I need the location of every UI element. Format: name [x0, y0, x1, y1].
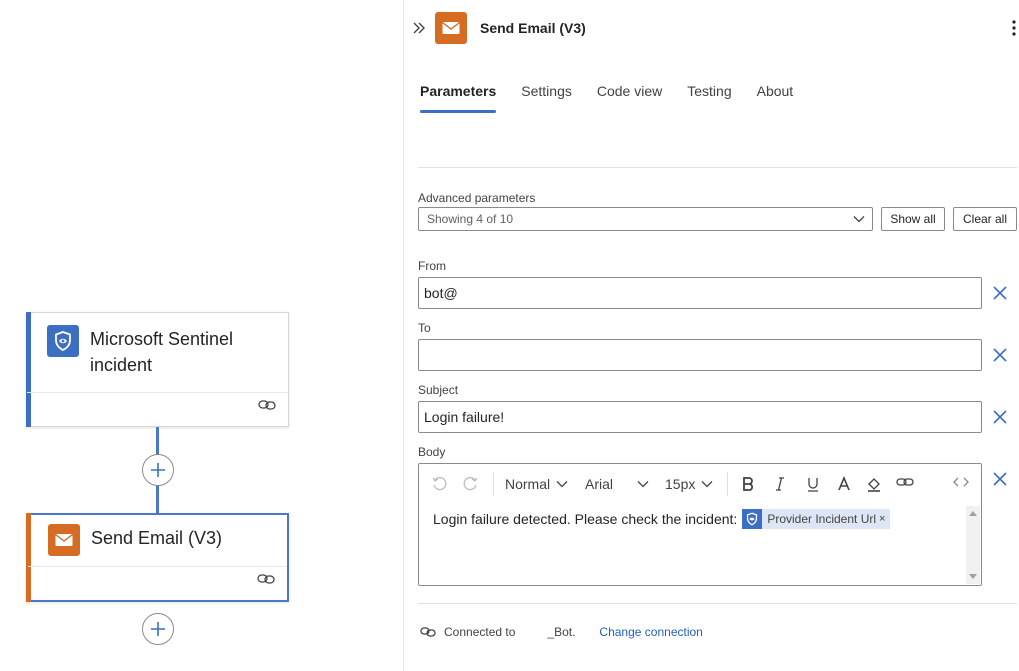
format-select[interactable]: Normal — [505, 476, 568, 492]
tab-code-view[interactable]: Code view — [597, 82, 662, 113]
body-editor[interactable]: Normal Arial 15px Login failure detected… — [418, 463, 982, 586]
subject-label: Subject — [418, 383, 459, 397]
link-icon[interactable] — [896, 476, 914, 488]
trigger-card[interactable]: Microsoft Sentinel incident — [26, 312, 289, 427]
connection-name: _Bot. — [547, 625, 576, 639]
double-chevron-right-icon[interactable] — [412, 20, 426, 41]
font-select[interactable]: Arial — [585, 476, 649, 492]
body-text: Login failure detected. Please check the… — [433, 511, 738, 527]
font-color-icon[interactable] — [837, 476, 851, 492]
card-footer — [27, 392, 288, 426]
card-footer — [28, 566, 287, 600]
action-card[interactable]: Send Email (V3) — [26, 513, 289, 602]
remove-body-close-icon[interactable] — [992, 471, 1008, 492]
tab-settings[interactable]: Settings — [521, 82, 572, 113]
to-label: To — [418, 321, 431, 335]
trigger-card-title: Microsoft Sentinel incident — [90, 329, 234, 375]
format-value: Normal — [505, 476, 551, 492]
chevron-down-icon — [701, 481, 713, 488]
code-view-icon[interactable] — [953, 476, 969, 488]
connection-icon — [420, 627, 436, 637]
mail-icon — [48, 524, 80, 556]
connection-row: Connected to _Bot. Change connection — [420, 625, 703, 639]
clear-all-button[interactable]: Clear all — [953, 207, 1017, 231]
more-options-icon[interactable] — [1011, 19, 1017, 42]
workflow-canvas: Microsoft Sentinel incident Send Email (… — [0, 0, 403, 671]
divider — [418, 167, 1017, 168]
toolbar-separator — [493, 472, 494, 496]
add-step-button[interactable] — [142, 454, 174, 486]
body-label: Body — [418, 445, 446, 459]
remove-subject-close-icon[interactable] — [992, 409, 1008, 430]
remove-to-close-icon[interactable] — [992, 347, 1008, 368]
from-label: From — [418, 259, 446, 273]
details-panel: Send Email (V3) Parameters Settings Code… — [404, 0, 1019, 671]
link-icon[interactable] — [257, 572, 275, 590]
shield-icon — [742, 509, 763, 529]
editor-toolbar: Normal Arial 15px — [419, 464, 981, 504]
font-size-value: 15px — [665, 476, 696, 492]
highlight-icon[interactable] — [866, 476, 882, 492]
shield-icon — [47, 325, 79, 357]
show-all-button[interactable]: Show all — [881, 207, 945, 231]
body-content[interactable]: Login failure detected. Please check the… — [433, 509, 891, 529]
editor-scrollbar[interactable] — [966, 506, 980, 584]
advanced-parameters-dropdown[interactable]: Showing 4 of 10 — [418, 207, 873, 231]
tab-testing[interactable]: Testing — [687, 82, 731, 113]
from-field[interactable]: bot@ — [418, 277, 982, 309]
toolbar-separator — [727, 472, 728, 496]
tab-parameters[interactable]: Parameters — [420, 82, 497, 113]
add-step-button[interactable] — [142, 613, 174, 645]
dynamic-content-token[interactable]: Provider Incident Url × — [742, 509, 891, 529]
font-value: Arial — [585, 476, 614, 492]
advanced-parameters-value: Showing 4 of 10 — [427, 212, 514, 226]
underline-icon[interactable] — [806, 476, 820, 492]
divider — [418, 603, 1017, 604]
panel-title: Send Email (V3) — [480, 20, 586, 36]
chevron-down-icon — [556, 481, 568, 488]
token-remove-button[interactable]: × — [879, 513, 890, 525]
scroll-up-icon[interactable] — [969, 510, 977, 516]
remove-from-close-icon[interactable] — [992, 285, 1008, 306]
redo-icon[interactable] — [463, 476, 479, 492]
scroll-down-icon[interactable] — [969, 574, 977, 580]
bold-icon[interactable] — [741, 476, 755, 492]
chevron-down-icon — [853, 216, 865, 223]
subject-field[interactable]: Login failure! — [418, 401, 982, 433]
mail-icon — [435, 12, 467, 44]
chevron-down-icon — [637, 481, 649, 488]
connected-to-label: Connected to — [444, 625, 516, 639]
italic-icon[interactable] — [773, 476, 787, 492]
plus-icon — [151, 622, 165, 636]
action-card-title: Send Email (V3) — [91, 528, 223, 548]
advanced-parameters-label: Advanced parameters — [418, 191, 536, 205]
plus-icon — [151, 463, 165, 477]
tab-about[interactable]: About — [757, 82, 794, 113]
panel-tabs: Parameters Settings Code view Testing Ab… — [420, 82, 818, 113]
change-connection-link[interactable]: Change connection — [599, 625, 702, 639]
font-size-select[interactable]: 15px — [665, 476, 713, 492]
undo-icon[interactable] — [431, 476, 447, 492]
to-field[interactable] — [418, 339, 982, 371]
panel-header: Send Email (V3) — [404, 0, 1019, 56]
link-icon[interactable] — [258, 398, 276, 416]
token-label: Provider Incident Url — [767, 512, 877, 526]
